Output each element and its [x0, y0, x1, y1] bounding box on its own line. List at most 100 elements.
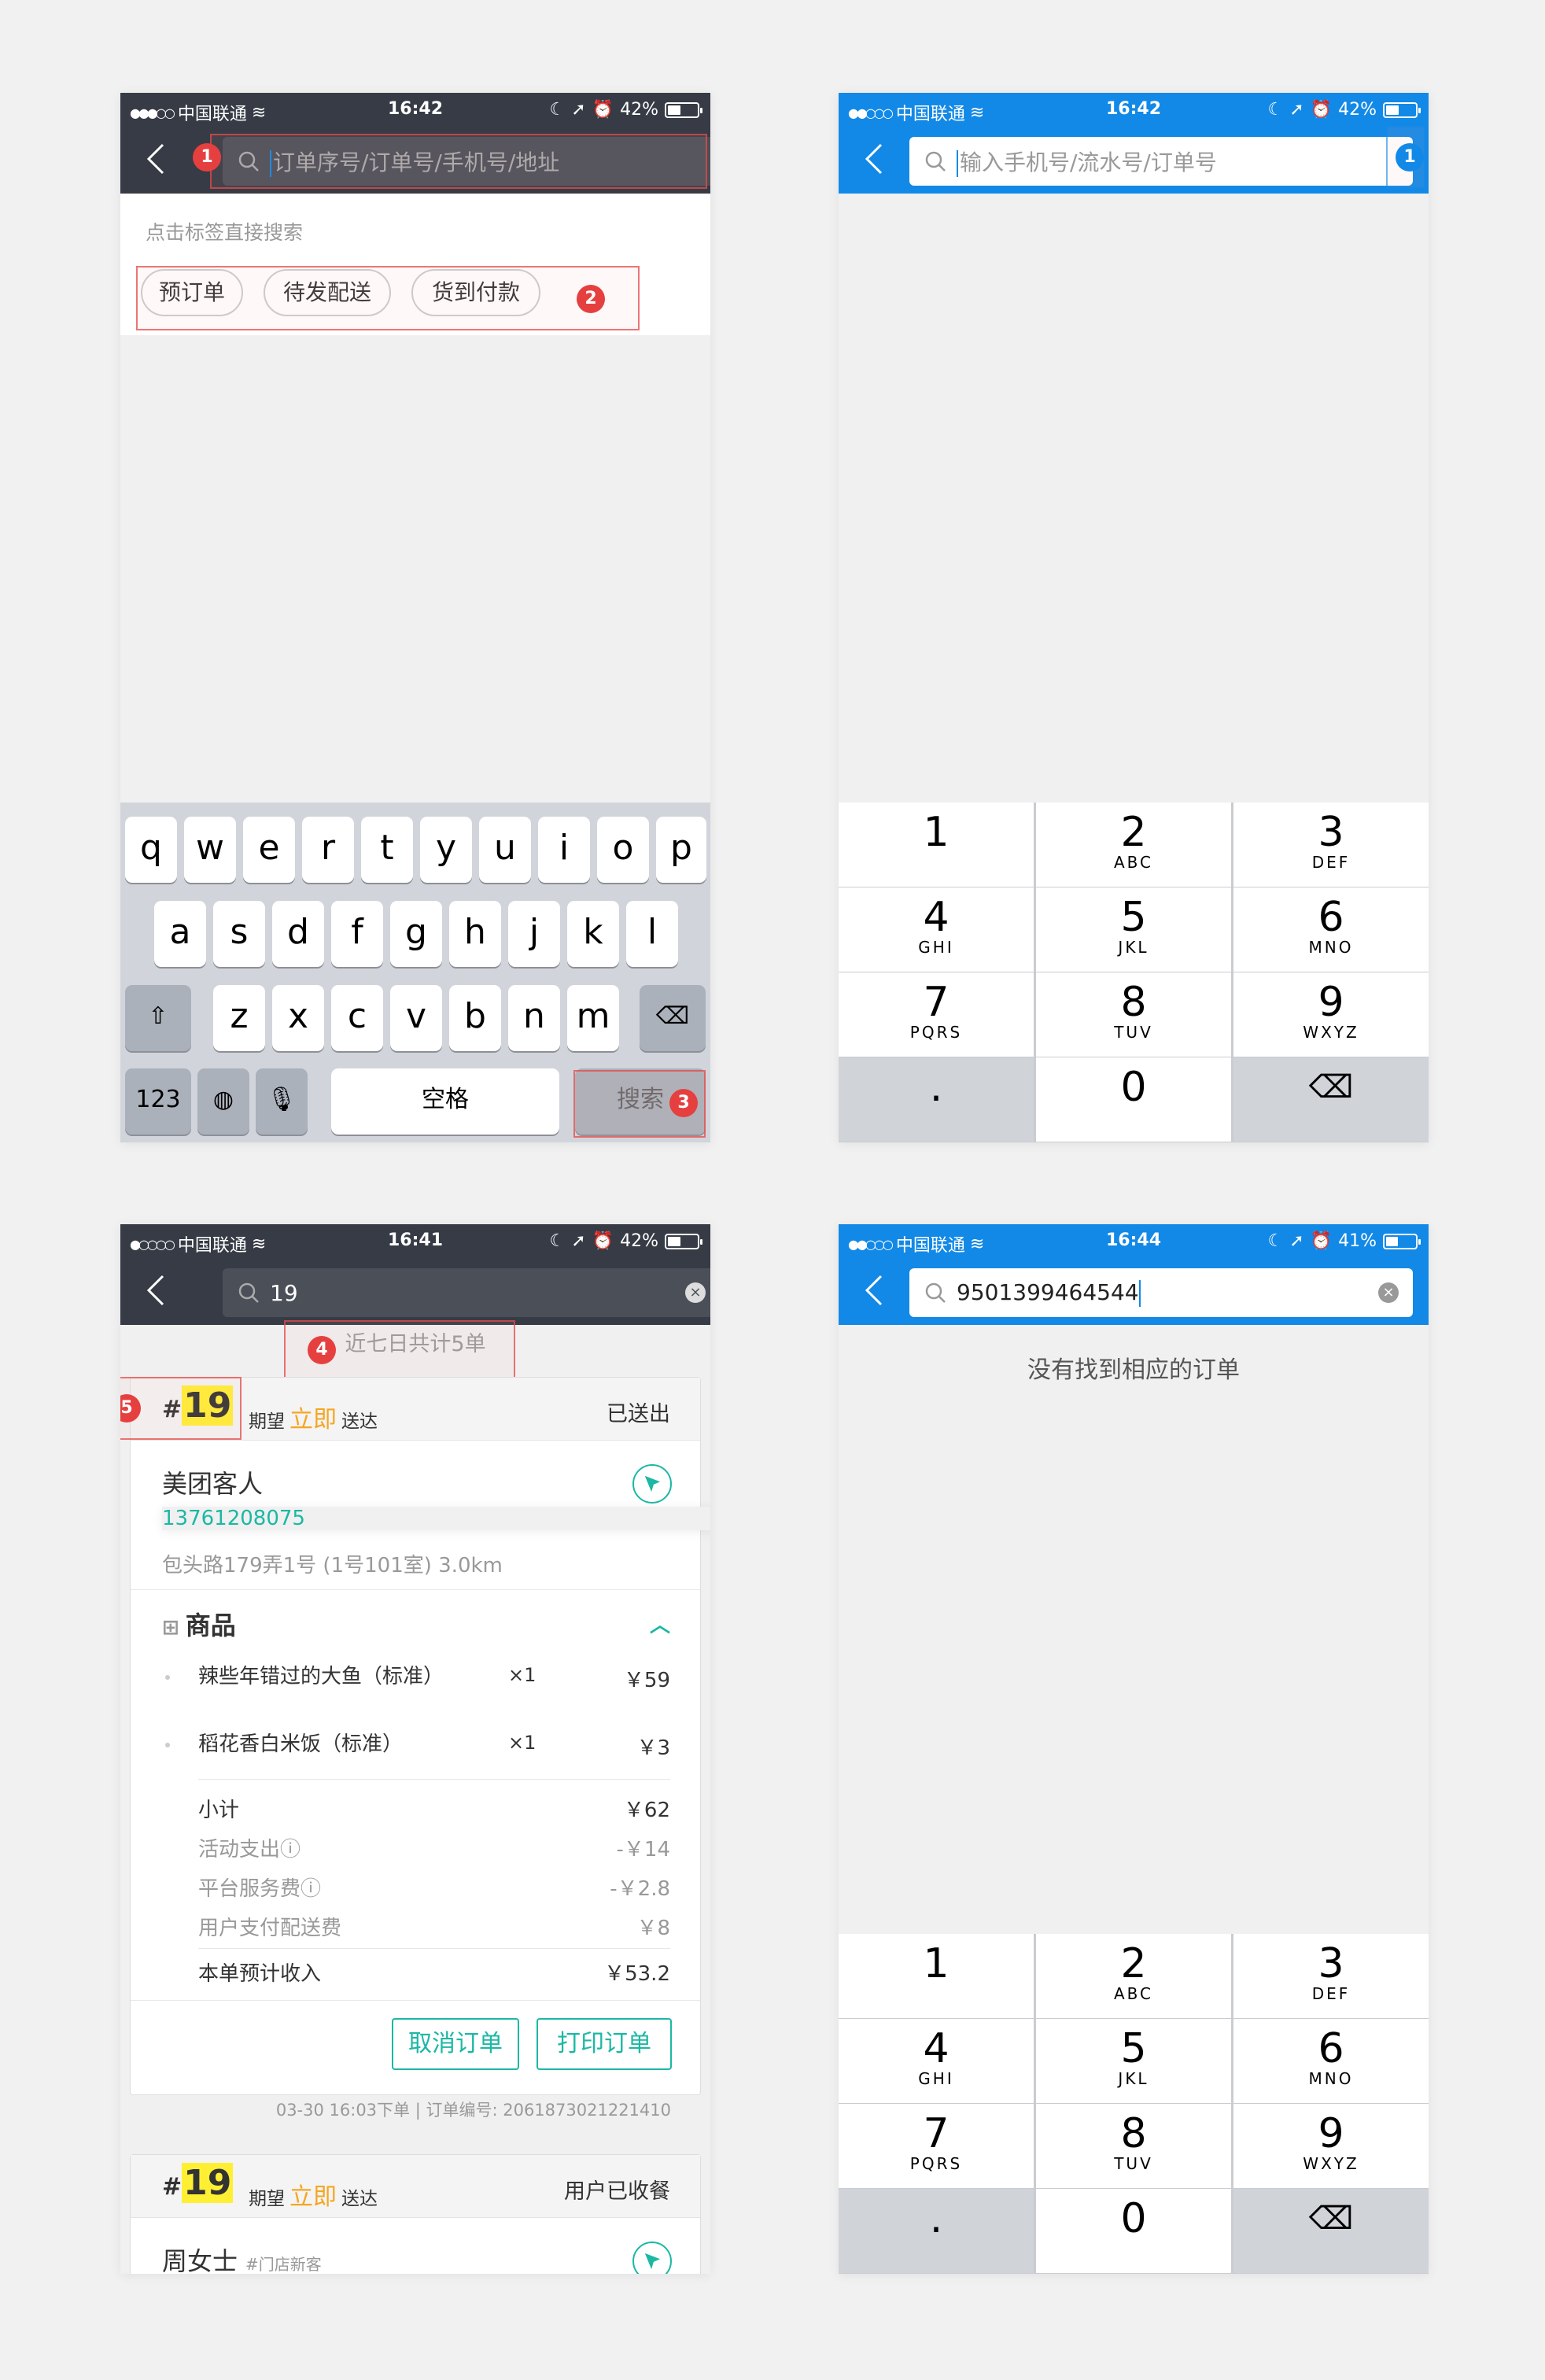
numpad-key-0[interactable]: 0: [1036, 2189, 1231, 2273]
numpad-key-5[interactable]: 5 JKL: [1036, 2019, 1231, 2103]
annotation-badge-1: 1: [193, 143, 221, 172]
key-w[interactable]: w: [184, 817, 236, 883]
screen-keyword-search: ●●●○○ 中国联通 ≋ 16:42 ☾ ➚ ⏰ 42% 订单序号/订单号/手机号/地址 …: [120, 93, 710, 1142]
key-r[interactable]: r: [302, 817, 354, 883]
item-price: ￥3: [636, 1736, 670, 1760]
key-e[interactable]: e: [243, 817, 295, 883]
numpad-key-0[interactable]: 0: [1036, 1057, 1231, 1142]
numpad-key-9[interactable]: 9 WXYZ: [1233, 2104, 1429, 2188]
numpad-key-3[interactable]: 3 DEF: [1233, 1934, 1429, 2018]
status-bar: ●●○○○ 中国联通 ≋ 16:42 ☾ ➚ ⏰ 42%: [839, 93, 1429, 124]
customer-phone[interactable]: 13761208075: [162, 1507, 710, 1530]
numpad-key-4[interactable]: 4 GHI: [839, 887, 1034, 972]
delete-key[interactable]: ⌫: [640, 985, 706, 1051]
key-z[interactable]: z: [213, 985, 265, 1051]
alarm-icon: ⏰: [592, 1231, 614, 1251]
order-actions: 取消订单 打印订单: [131, 2000, 700, 2094]
cancel-order-button[interactable]: 取消订单: [392, 2018, 519, 2070]
numpad-key-6[interactable]: 6 MNO: [1233, 2019, 1429, 2103]
help-icon[interactable]: ⓘ: [301, 1877, 321, 1901]
help-icon[interactable]: ⓘ: [280, 1838, 301, 1862]
globe-key[interactable]: ◍: [197, 1068, 249, 1135]
back-button[interactable]: [144, 142, 175, 181]
key-a[interactable]: a: [154, 901, 206, 967]
key-c[interactable]: c: [331, 985, 383, 1051]
key-x[interactable]: x: [272, 985, 324, 1051]
numpad-key-8[interactable]: 8 TUV: [1036, 972, 1231, 1057]
goods-item: 稻花香白米饭（标准） ×1 ￥3: [162, 1729, 670, 1779]
key-k[interactable]: k: [567, 901, 619, 967]
key-j[interactable]: j: [508, 901, 560, 967]
customer-info: 美团客人 13761208075 包头路179弄1号 (1号101室) 3.0k…: [131, 1441, 710, 1590]
search-input[interactable]: 9501399464544 ×: [909, 1268, 1413, 1317]
alarm-icon: ⏰: [1310, 100, 1333, 120]
shift-key[interactable]: ⇧: [125, 985, 191, 1051]
key-i[interactable]: i: [538, 817, 590, 883]
numpad-key-dot[interactable]: .: [839, 1057, 1034, 1142]
numpad-key-1[interactable]: 1: [839, 803, 1034, 887]
key-f[interactable]: f: [331, 901, 383, 967]
numpad-key-3[interactable]: 3 DEF: [1233, 803, 1429, 887]
mic-key[interactable]: 🎙: [256, 1068, 308, 1135]
key-h[interactable]: h: [449, 901, 501, 967]
clear-icon[interactable]: ×: [685, 1282, 706, 1303]
key-v[interactable]: v: [390, 985, 442, 1051]
back-button[interactable]: [144, 1273, 175, 1312]
back-button[interactable]: [862, 1273, 894, 1312]
item-qty: ×1: [508, 1664, 537, 1686]
numpad-key-2[interactable]: 2 ABC: [1036, 803, 1231, 887]
clear-icon[interactable]: ×: [1378, 1282, 1399, 1303]
navigation-icon[interactable]: [632, 2242, 672, 2274]
search-placeholder: 输入手机号/流水号/订单号: [960, 149, 1217, 175]
status-bar: ●●●○○ 中国联通 ≋ 16:42 ☾ ➚ ⏰ 42%: [120, 93, 710, 124]
chevron-up-icon[interactable]: ︿: [650, 1590, 670, 1661]
numpad-key-9[interactable]: 9 WXYZ: [1233, 972, 1429, 1057]
numpad-key-4[interactable]: 4 GHI: [839, 2019, 1034, 2103]
key-t[interactable]: t: [361, 817, 413, 883]
numpad-key-2[interactable]: 2 ABC: [1036, 1934, 1231, 2018]
screen-search-results: ●○○○○ 中国联通 ≋ 16:41 ☾ ➚ ⏰ 42% 19 × 近七日共计5单 4 #…: [120, 1224, 710, 2274]
space-key[interactable]: 空格: [331, 1068, 559, 1135]
order-card[interactable]: #19 期望 立即 送达 用户已收餐 周女士 #门店新客: [130, 2154, 701, 2274]
moon-icon: ☾: [549, 1231, 566, 1251]
expected-time: 期望 立即 送达: [249, 1406, 378, 1434]
numpad-key-7[interactable]: 7 PQRS: [839, 2104, 1034, 2188]
search-input[interactable]: 输入手机号/流水号/订单号: [909, 137, 1413, 186]
item-price: ￥59: [623, 1669, 670, 1692]
print-order-button[interactable]: 打印订单: [537, 2018, 672, 2070]
numpad-key-6[interactable]: 6 MNO: [1233, 887, 1429, 972]
navigation-icon[interactable]: [632, 1464, 672, 1504]
goods-header[interactable]: ⊞ 商品 ︿: [162, 1590, 670, 1661]
key-u[interactable]: u: [479, 817, 531, 883]
key-p[interactable]: p: [656, 817, 706, 883]
search-input[interactable]: 19 ×: [223, 1268, 710, 1317]
key-y[interactable]: y: [420, 817, 472, 883]
numpad-key-8[interactable]: 8 TUV: [1036, 2104, 1231, 2188]
key-d[interactable]: d: [272, 901, 324, 967]
key-o[interactable]: o: [597, 817, 649, 883]
battery-icon: [665, 101, 702, 118]
key-g[interactable]: g: [390, 901, 442, 967]
annotation-badge-3: 3: [669, 1089, 698, 1117]
numpad-key-7[interactable]: 7 PQRS: [839, 972, 1034, 1057]
back-button[interactable]: [862, 142, 894, 181]
numbers-key[interactable]: 123: [125, 1068, 191, 1135]
annotation-box-1: [210, 134, 707, 189]
key-l[interactable]: l: [626, 901, 678, 967]
search-value: 19: [270, 1279, 298, 1306]
numpad-delete-key[interactable]: ⌫: [1233, 1057, 1429, 1142]
moon-icon: ☾: [1267, 1231, 1284, 1251]
key-q[interactable]: q: [125, 817, 177, 883]
numpad-delete-key[interactable]: ⌫: [1233, 2189, 1429, 2273]
key-m[interactable]: m: [567, 985, 619, 1051]
alarm-icon: ⏰: [1310, 1231, 1333, 1251]
battery-percent: 42%: [620, 100, 658, 120]
numpad-key-1[interactable]: 1: [839, 1934, 1034, 2018]
order-card[interactable]: #19 期望 立即 送达 已送出 美团客人 13761208075 包头路179弄1…: [130, 1377, 710, 2095]
key-n[interactable]: n: [508, 985, 560, 1051]
numpad-key-dot[interactable]: .: [839, 2189, 1034, 2273]
key-s[interactable]: s: [213, 901, 265, 967]
numpad-key-5[interactable]: 5 JKL: [1036, 887, 1231, 972]
key-b[interactable]: b: [449, 985, 501, 1051]
annotation-badge-1: 1: [1396, 143, 1424, 172]
